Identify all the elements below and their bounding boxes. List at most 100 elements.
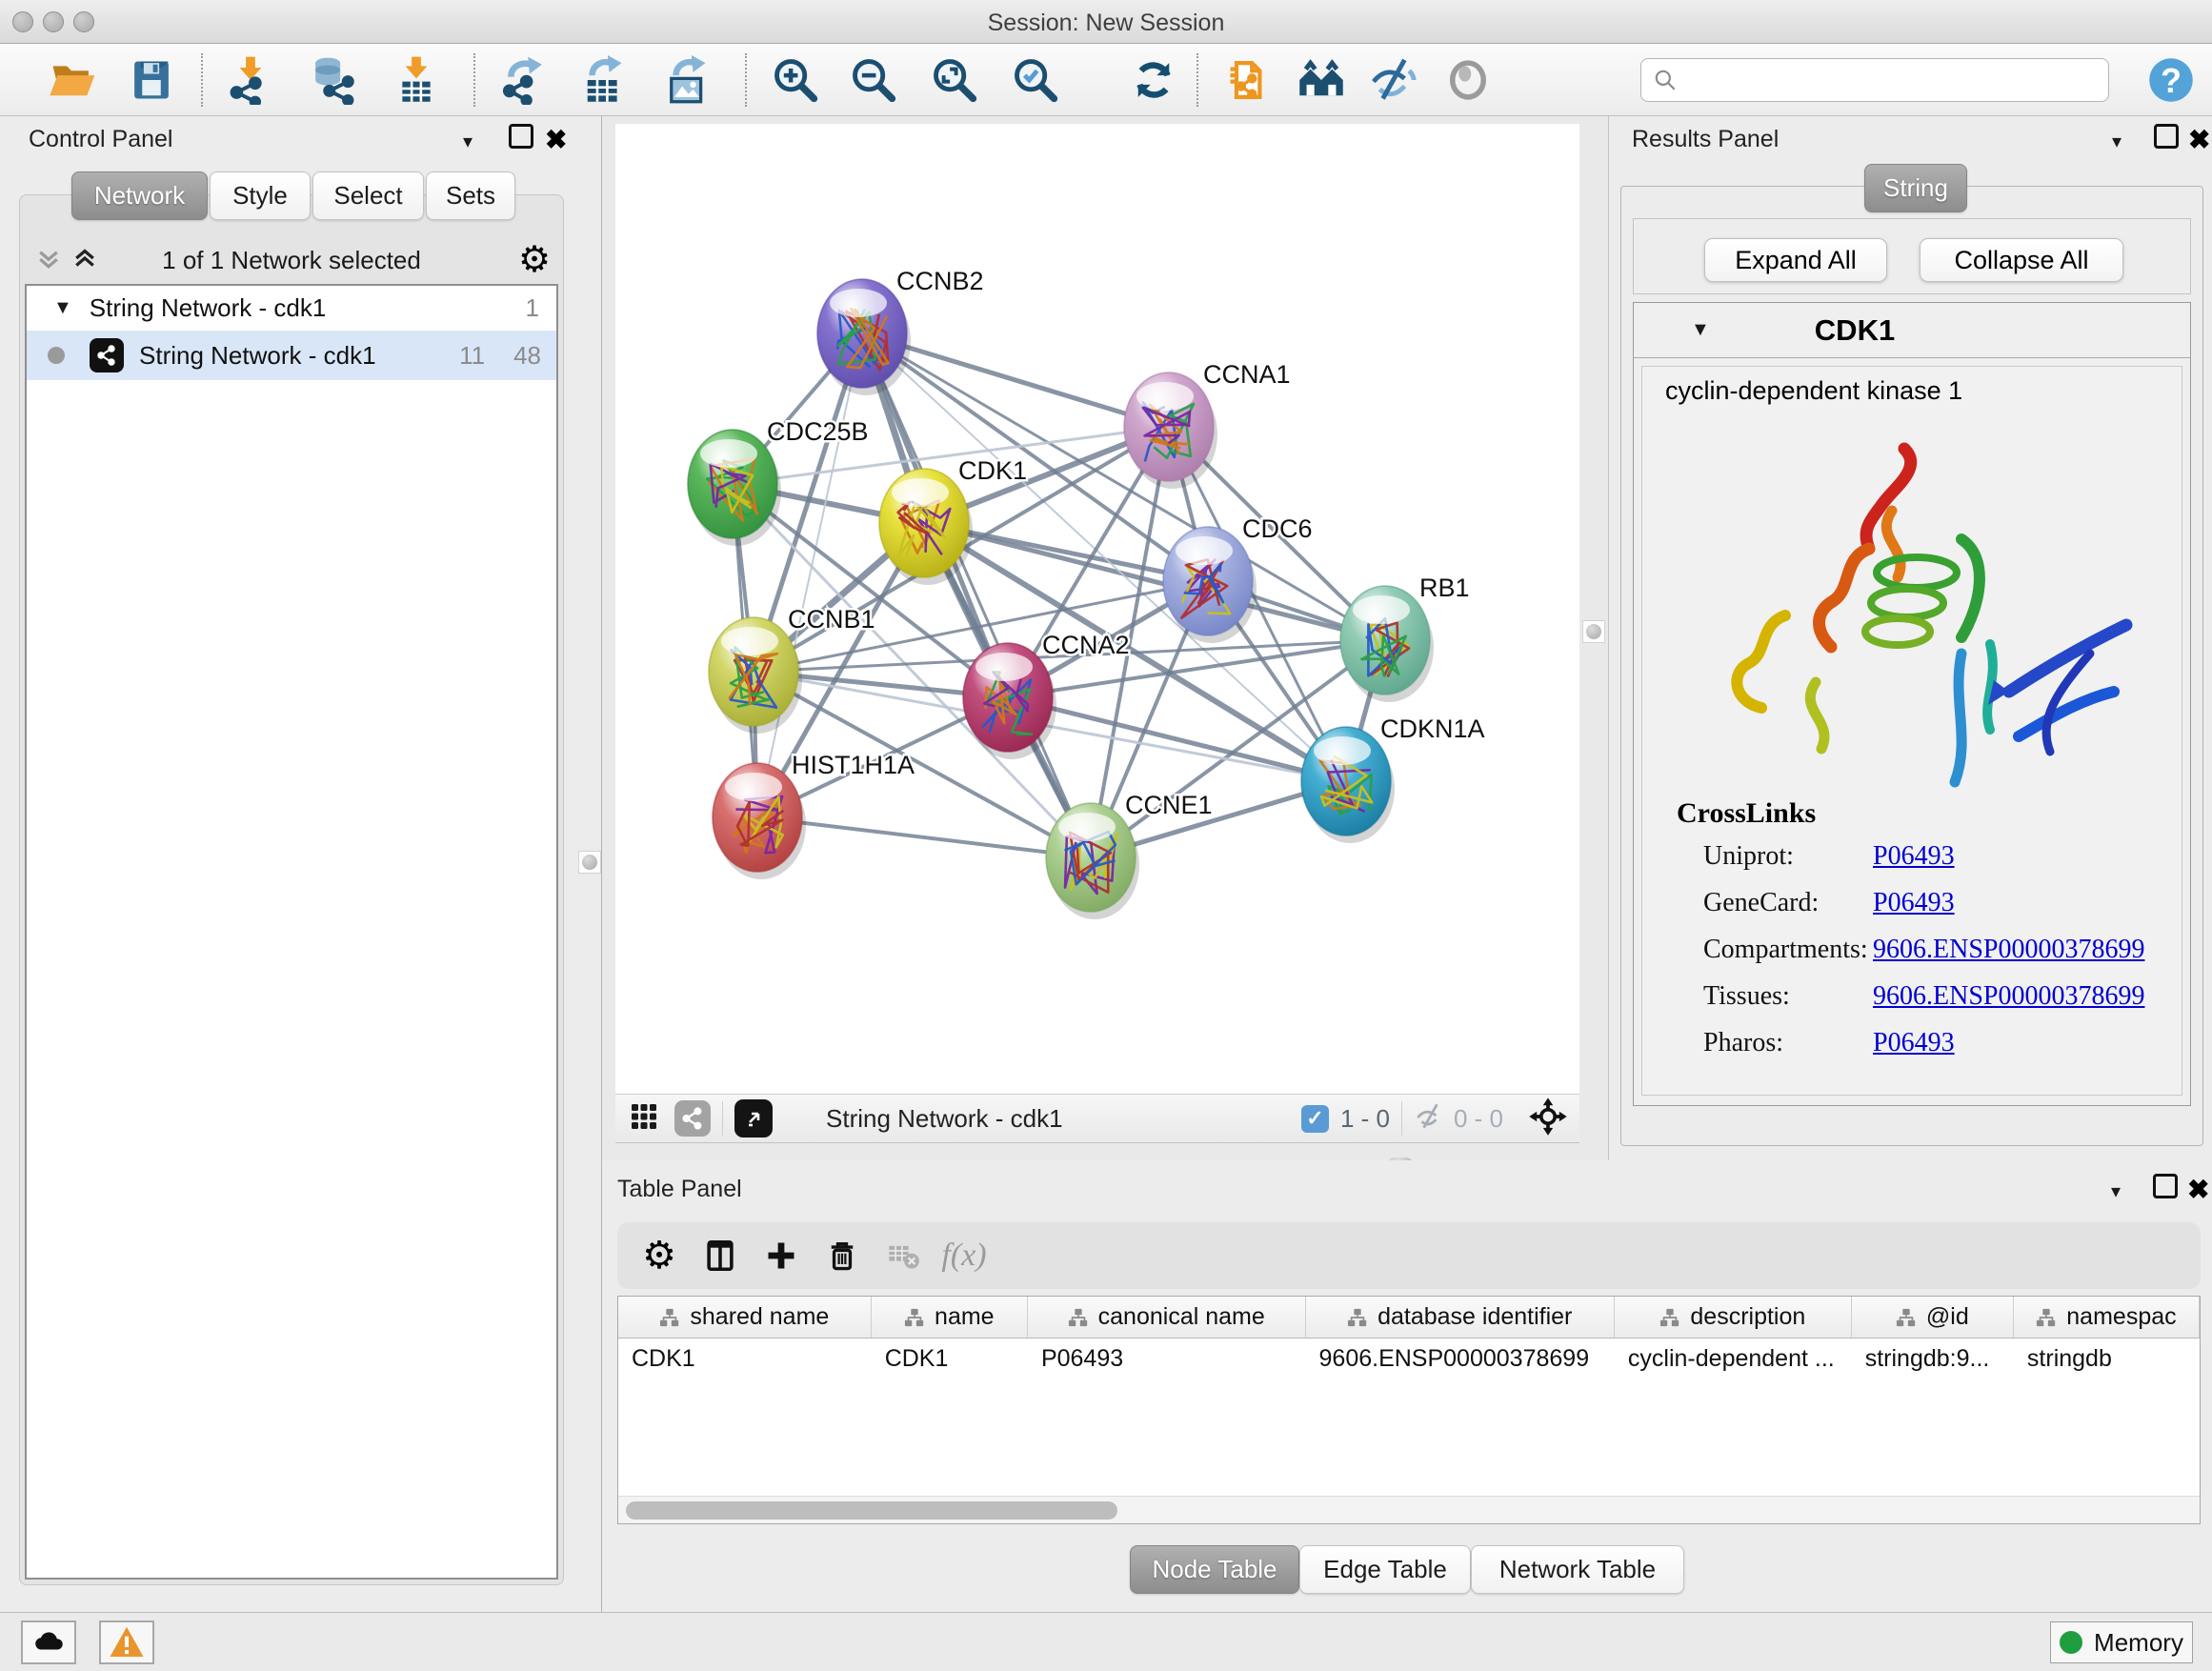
network-node-CDK1[interactable]: CDK1 — [879, 456, 1027, 585]
table-cell[interactable]: cyclin-dependent ... — [1615, 1339, 1852, 1380]
crosslink-link[interactable]: P06493 — [1873, 1028, 1955, 1058]
node-label: RB1 — [1419, 574, 1470, 602]
zoom-in-icon[interactable] — [766, 51, 825, 109]
memory-button[interactable]: Memory — [2050, 1621, 2193, 1663]
network-node-HIST1H1A[interactable]: HIST1H1A — [713, 751, 915, 879]
function-builder-icon[interactable]: f(x) — [934, 1231, 995, 1280]
export-image-icon[interactable] — [657, 51, 716, 109]
close-panel-icon[interactable]: ✖ — [2187, 1174, 2209, 1205]
network-node-CDKN1A[interactable]: CDKN1A — [1301, 715, 1485, 843]
network-edge[interactable] — [757, 817, 1091, 857]
table-cell[interactable]: CDK1 — [872, 1339, 1028, 1380]
zoom-selected-icon[interactable] — [1006, 51, 1065, 109]
float-panel-icon[interactable]: ▾ — [2112, 130, 2122, 153]
network-options-gear-icon[interactable]: ⚙ — [518, 238, 551, 281]
table-cell[interactable]: P06493 — [1028, 1339, 1306, 1380]
crosslink-link[interactable]: P06493 — [1873, 888, 1955, 918]
hidden-eye-icon[interactable] — [1414, 1100, 1446, 1137]
import-network-database-icon[interactable] — [303, 51, 362, 109]
first-neighbors-icon[interactable] — [1292, 51, 1351, 109]
network-row-selected[interactable]: String Network - cdk1 11 48 — [27, 331, 556, 380]
warning-status-icon[interactable] — [99, 1621, 154, 1664]
tab-node-table[interactable]: Node Table — [1130, 1545, 1299, 1594]
network-node-CDC6[interactable]: CDC6 — [1163, 514, 1313, 643]
refresh-icon[interactable] — [1124, 51, 1183, 109]
column-header--id[interactable]: @id — [1852, 1297, 2014, 1338]
tab-network-table[interactable]: Network Table — [1471, 1545, 1684, 1594]
network-node-CCNA2[interactable]: CCNA2 — [963, 631, 1130, 759]
network-view-type-icon[interactable] — [674, 1100, 711, 1137]
cloud-status-icon[interactable] — [21, 1621, 76, 1664]
undock-panel-icon[interactable] — [2153, 1174, 2178, 1198]
column-header-description[interactable]: description — [1615, 1297, 1852, 1338]
save-session-icon[interactable] — [122, 51, 181, 109]
help-icon[interactable]: ? — [2142, 51, 2201, 109]
eye-icon[interactable] — [1438, 51, 1498, 109]
network-node-CCNE1[interactable]: CCNE1 — [1046, 791, 1213, 919]
column-header-canonical-name[interactable]: canonical name — [1028, 1297, 1306, 1338]
delete-column-icon[interactable] — [812, 1231, 873, 1280]
column-header-namespac[interactable]: namespac — [2014, 1297, 2200, 1338]
column-header-shared-name[interactable]: shared name — [618, 1297, 872, 1338]
show-hide-icon[interactable] — [1364, 51, 1423, 109]
tab-sets[interactable]: Sets — [426, 171, 515, 220]
tab-style[interactable]: Style — [210, 171, 311, 220]
expand-all-button[interactable]: Expand All — [1704, 238, 1887, 282]
undock-panel-icon[interactable] — [509, 124, 533, 149]
table-cell[interactable]: CDK1 — [618, 1339, 872, 1380]
tab-select[interactable]: Select — [312, 171, 424, 220]
detach-view-icon[interactable] — [734, 1099, 773, 1137]
import-network-file-icon[interactable] — [221, 51, 280, 109]
float-panel-icon[interactable]: ▾ — [2111, 1179, 2121, 1203]
zoom-out-icon[interactable] — [844, 51, 903, 109]
network-view-canvas[interactable]: CCNB2 CCNA1 CDC25BCDK1 CDC6 RB1 CCNB1 CCNA2 CDK… — [615, 124, 1579, 1094]
table-cell[interactable]: stringdb — [2014, 1339, 2200, 1380]
network-node-CCNB1[interactable]: CCNB1 — [709, 605, 875, 734]
crosslink-link[interactable]: 9606.ENSP00000378699 — [1873, 935, 2144, 965]
export-network-icon[interactable] — [495, 51, 554, 109]
left-splitter-grip[interactable] — [578, 851, 601, 874]
tab-string-results[interactable]: String — [1864, 164, 1967, 212]
new-network-from-selection-icon[interactable] — [1219, 51, 1278, 109]
table-horizontal-scrollbar[interactable] — [618, 1496, 2200, 1523]
table-row[interactable]: CDK1CDK1P064939606.ENSP00000378699cyclin… — [618, 1339, 2200, 1380]
table-cell[interactable]: 9606.ENSP00000378699 — [1306, 1339, 1615, 1380]
tab-network[interactable]: Network — [71, 171, 208, 220]
hidden-nodes-edges-count: 0 - 0 — [1454, 1104, 1503, 1134]
zoom-fit-icon[interactable] — [925, 51, 984, 109]
column-header-name[interactable]: name — [872, 1297, 1028, 1338]
collapse-all-button[interactable]: Collapse All — [1920, 238, 2123, 282]
network-node-CCNA1[interactable]: CCNA1 — [1124, 360, 1291, 489]
tab-edge-table[interactable]: Edge Table — [1299, 1545, 1471, 1594]
column-header-database-identifier[interactable]: database identifier — [1306, 1297, 1615, 1338]
selected-count-checkbox-icon[interactable]: ✓ — [1301, 1105, 1329, 1133]
search-input[interactable] — [1687, 67, 2097, 93]
scrollbar-thumb[interactable] — [626, 1501, 1117, 1520]
import-table-file-icon[interactable] — [387, 51, 446, 109]
close-panel-icon[interactable]: ✖ — [2188, 124, 2210, 155]
export-table-icon[interactable] — [573, 51, 633, 109]
network-node-CCNB2[interactable]: CCNB2 — [817, 267, 984, 395]
open-file-icon[interactable] — [42, 51, 101, 109]
undock-panel-icon[interactable] — [2154, 124, 2179, 149]
collapse-entry-icon[interactable]: ▼ — [1691, 319, 1710, 341]
network-edge[interactable] — [757, 333, 862, 817]
gene-card-header[interactable]: ▼ CDK1 — [1634, 303, 2190, 358]
grid-view-icon[interactable] — [629, 1101, 659, 1137]
crosslink-link[interactable]: 9606.ENSP00000378699 — [1873, 981, 2144, 1012]
crosslink-link[interactable]: P06493 — [1873, 841, 1955, 872]
network-collection-row[interactable]: ▼ String Network - cdk1 1 — [27, 286, 556, 331]
collection-expander-icon[interactable]: ▼ — [53, 297, 72, 319]
table-options-gear-icon[interactable]: ⚙ — [629, 1231, 690, 1280]
network-node-CDC25B[interactable]: CDC25B — [688, 417, 869, 546]
show-columns-icon[interactable] — [690, 1231, 751, 1280]
delete-table-icon[interactable] — [873, 1231, 934, 1280]
birds-eye-view-icon[interactable] — [1528, 1097, 1568, 1141]
float-panel-icon[interactable]: ▾ — [463, 130, 473, 153]
search-field[interactable] — [1640, 58, 2109, 102]
close-panel-icon[interactable]: ✖ — [545, 124, 567, 155]
add-column-icon[interactable] — [751, 1231, 812, 1280]
right-splitter-grip[interactable] — [1582, 620, 1605, 643]
table-cell[interactable]: stringdb:9... — [1852, 1339, 2014, 1380]
network-node-RB1[interactable]: RB1 — [1340, 574, 1470, 702]
